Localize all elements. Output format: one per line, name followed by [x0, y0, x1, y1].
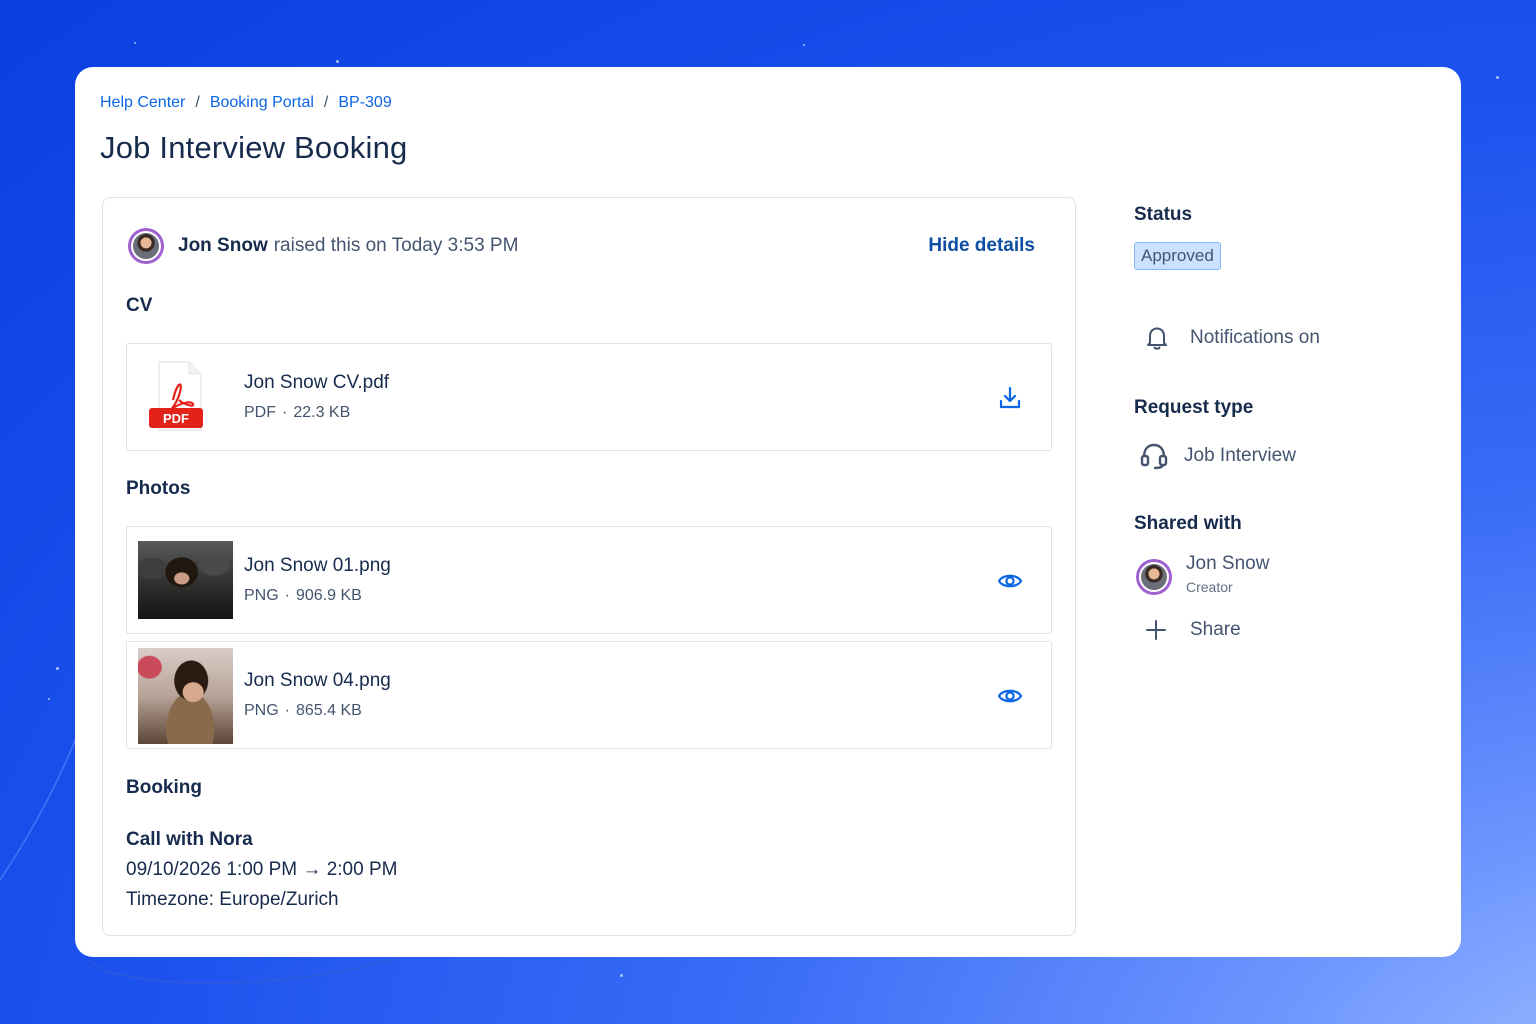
request-card: Help Center / Booking Portal / BP-309 Jo… [75, 67, 1461, 957]
photos-section-label: Photos [126, 478, 191, 499]
attachment-row[interactable]: Jon Snow 01.png PNG · 906.9 KB [126, 526, 1052, 634]
breadcrumb-separator: / [323, 94, 329, 111]
share-label: Share [1190, 619, 1241, 640]
star [48, 698, 50, 700]
status-label: Status [1134, 204, 1193, 225]
author-name[interactable]: Jon Snow [178, 235, 268, 257]
file-name[interactable]: Jon Snow 04.png [244, 670, 391, 692]
attachment-row[interactable]: Jon Snow 04.png PNG · 865.4 KB [126, 641, 1052, 749]
file-size: 865.4 KB [296, 702, 362, 719]
file-name[interactable]: Jon Snow 01.png [244, 555, 391, 577]
download-icon[interactable] [997, 385, 1023, 411]
booking-title: Call with Nora [126, 829, 253, 850]
bell-icon [1147, 327, 1167, 350]
file-name[interactable]: Jon Snow CV.pdf [244, 372, 389, 394]
meta-separator: · [284, 702, 290, 719]
request-type-value: Job Interview [1184, 445, 1296, 466]
photo-thumbnail[interactable] [138, 648, 233, 744]
status-badge: Approved [1134, 242, 1221, 270]
notifications-label: Notifications on [1190, 327, 1320, 348]
booking-start: 09/10/2026 1:00 PM [126, 859, 298, 880]
booking-end: 2:00 PM [326, 859, 398, 880]
star [134, 42, 136, 44]
file-type: PNG [244, 587, 279, 604]
file-size: 906.9 KB [296, 587, 362, 604]
file-meta: PDF · 22.3 KB [244, 404, 350, 422]
page-title: Job Interview Booking [100, 130, 408, 165]
shared-with-label: Shared with [1134, 513, 1242, 534]
share-button[interactable]: Share [1144, 618, 1241, 642]
pdf-file-icon: PDF [149, 361, 203, 431]
booking-time: 09/10/2026 1:00 PM → 2:00 PM [126, 859, 397, 881]
avatar[interactable] [1136, 559, 1172, 595]
cv-section-label: CV [126, 295, 153, 316]
star [1496, 76, 1499, 79]
eye-icon[interactable] [997, 683, 1023, 709]
breadcrumb-help-center[interactable]: Help Center [100, 94, 185, 112]
file-size: 22.3 KB [293, 404, 351, 421]
booking-timezone: Timezone: Europe/Zurich [126, 889, 339, 910]
notifications-toggle[interactable]: Notifications on [1142, 323, 1320, 353]
request-details-panel: Jon Snow raised this on Today 3:53 PM Hi… [102, 197, 1076, 936]
hide-details-button[interactable]: Hide details [928, 235, 1035, 257]
file-meta: PNG · 906.9 KB [244, 587, 362, 605]
raised-text: raised this on Today 3:53 PM [273, 235, 519, 256]
request-type: Job Interview [1138, 441, 1296, 471]
breadcrumb-booking-portal[interactable]: Booking Portal [210, 94, 314, 112]
file-meta: PNG · 865.4 KB [244, 702, 362, 720]
star [620, 974, 623, 977]
breadcrumb-issue-key[interactable]: BP-309 [338, 94, 391, 112]
shared-user-role: Creator [1186, 579, 1233, 595]
star [56, 667, 59, 670]
file-type: PDF [244, 404, 276, 421]
pdf-badge-text: PDF [163, 411, 189, 426]
attachment-row[interactable]: PDF Jon Snow CV.pdf PDF · 22.3 KB [126, 343, 1052, 451]
shared-user-name: Jon Snow [1186, 553, 1270, 574]
raised-by-line: Jon Snow raised this on Today 3:53 PM [128, 228, 518, 264]
breadcrumb: Help Center / Booking Portal / BP-309 [100, 94, 392, 112]
eye-icon[interactable] [997, 568, 1023, 594]
shared-user: Jon Snow Creator [1136, 553, 1269, 595]
file-type: PNG [244, 702, 279, 719]
arrow-icon: → [302, 859, 322, 880]
request-type-label: Request type [1134, 397, 1254, 418]
headset-icon [1140, 443, 1168, 470]
avatar[interactable] [128, 228, 164, 264]
plus-icon [1146, 620, 1166, 640]
breadcrumb-separator: / [195, 94, 200, 111]
photo-thumbnail[interactable] [138, 541, 233, 619]
meta-separator: · [284, 587, 290, 604]
star [803, 44, 805, 46]
star [336, 60, 339, 63]
meta-separator: · [282, 404, 288, 421]
booking-section-label: Booking [126, 777, 202, 798]
